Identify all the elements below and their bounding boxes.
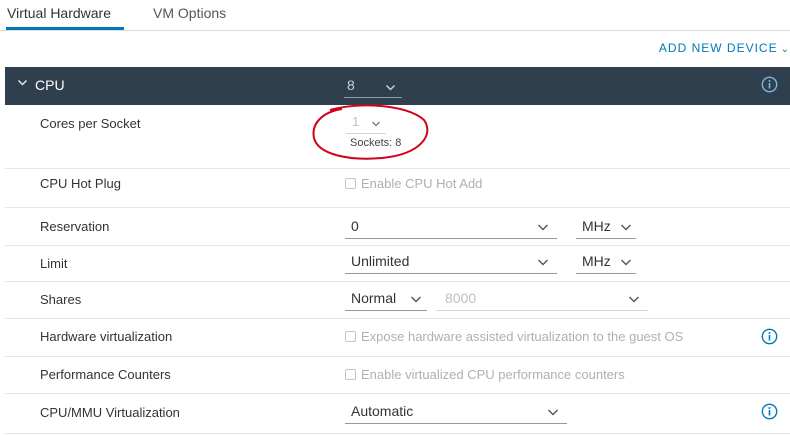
cpu-section-header[interactable]: CPU 8 [5, 67, 790, 105]
limit-unit-select[interactable]: MHz [576, 250, 636, 274]
info-icon[interactable] [761, 328, 778, 348]
row-performance-counters: Performance Counters Enable virtualized … [5, 357, 790, 394]
info-icon[interactable] [761, 76, 778, 96]
row-shares: Shares Normal 8000 [5, 282, 790, 319]
chevron-down-icon [620, 220, 632, 236]
row-cpu-hot-plug: CPU Hot Plug Enable CPU Hot Add [5, 169, 790, 208]
checkbox-box[interactable] [345, 369, 356, 380]
limit-value: Unlimited [351, 253, 410, 269]
expose-hw-virtualization-label: Expose hardware assisted virtualization … [361, 329, 684, 344]
shares-level-value: Normal [351, 290, 397, 306]
info-icon[interactable] [761, 403, 778, 423]
checkbox-box[interactable] [345, 178, 356, 189]
enable-cpu-hot-add-label: Enable CPU Hot Add [361, 176, 483, 191]
cpu-section-title: CPU [35, 77, 65, 93]
cores-per-socket-label: Cores per Socket [40, 116, 141, 131]
active-tab-indicator [6, 27, 124, 30]
reservation-unit-select[interactable]: MHz [576, 215, 636, 239]
chevron-down-icon [537, 220, 549, 236]
shares-level-select[interactable]: Normal [345, 287, 427, 311]
cpu-count-value: 8 [347, 77, 355, 93]
tab-bar: Virtual Hardware VM Options [0, 0, 790, 31]
checkbox-box[interactable] [345, 331, 356, 342]
shares-value: 8000 [445, 290, 477, 306]
cpu-hot-plug-label: CPU Hot Plug [40, 176, 121, 191]
enable-perf-counters-checkbox[interactable]: Enable virtualized CPU performance count… [345, 367, 625, 382]
shares-label: Shares [40, 292, 82, 307]
chevron-down-icon [547, 405, 559, 421]
tab-vm-options[interactable]: VM Options [153, 5, 226, 21]
reservation-value: 0 [351, 218, 359, 234]
chevron-down-icon [628, 292, 640, 308]
chevron-down-icon [537, 255, 549, 271]
hardware-virtualization-label: Hardware virtualization [40, 329, 173, 344]
cpu-count-select[interactable]: 8 [344, 74, 402, 98]
chevron-down-icon [620, 255, 632, 271]
row-limit: Limit Unlimited MHz [5, 246, 790, 282]
reservation-label: Reservation [40, 219, 110, 234]
cpu-mmu-virtualization-value: Automatic [351, 403, 414, 419]
reservation-input[interactable]: 0 [345, 215, 557, 239]
chevron-down-icon [385, 80, 396, 96]
collapse-chevron-icon[interactable] [17, 77, 28, 91]
performance-counters-label: Performance Counters [40, 367, 171, 382]
tab-virtual-hardware[interactable]: Virtual Hardware [7, 5, 111, 21]
row-hardware-virtualization: Hardware virtualization Expose hardware … [5, 319, 790, 357]
row-reservation: Reservation 0 MHz [5, 208, 790, 246]
chevron-down-icon [410, 292, 422, 308]
add-new-device-button[interactable]: ADD NEW DEVICE ⌄ [659, 41, 790, 55]
add-new-device-label: ADD NEW DEVICE [658, 41, 778, 55]
limit-label: Limit [40, 256, 68, 271]
expose-hw-virtualization-checkbox[interactable]: Expose hardware assisted virtualization … [345, 329, 683, 344]
chevron-down-icon: ⌄ [780, 44, 790, 55]
enable-perf-counters-label: Enable virtualized CPU performance count… [361, 367, 625, 382]
row-cpu-mmu-virtualization: CPU/MMU Virtualization Automatic [5, 394, 790, 434]
shares-value-input[interactable]: 8000 [436, 287, 648, 311]
enable-cpu-hot-add-checkbox[interactable]: Enable CPU Hot Add [345, 176, 482, 191]
reservation-unit-value: MHz [582, 218, 611, 234]
limit-unit-value: MHz [582, 253, 611, 269]
annotation-circle [312, 104, 429, 160]
limit-input[interactable]: Unlimited [345, 250, 557, 274]
cpu-mmu-virtualization-label: CPU/MMU Virtualization [40, 405, 180, 420]
cpu-mmu-virtualization-select[interactable]: Automatic [345, 400, 567, 424]
